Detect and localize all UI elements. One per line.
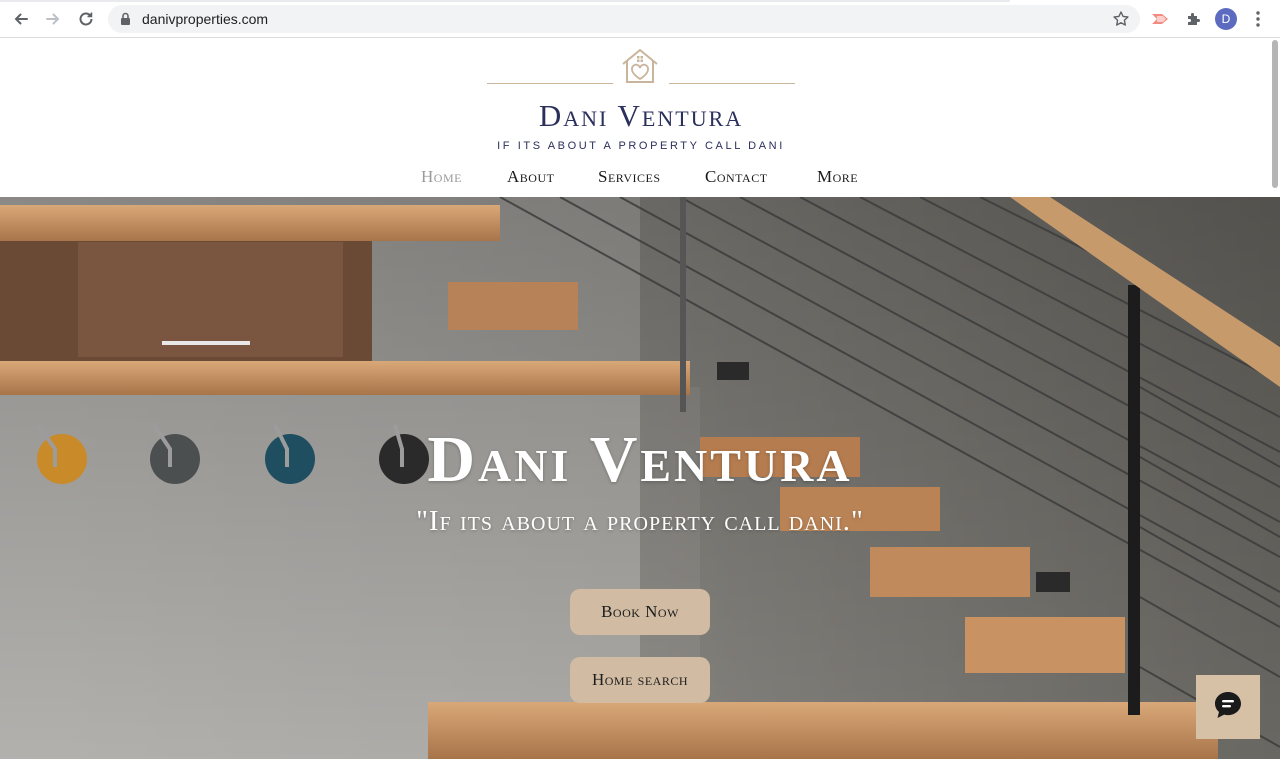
logo-tagline: If its about a property call dani — [497, 140, 785, 152]
lock-icon — [120, 12, 131, 31]
hero-subtitle: "If its about a property call dani." — [416, 505, 864, 537]
chat-widget-button[interactable] — [1196, 675, 1260, 739]
puzzle-icon[interactable] — [1184, 9, 1204, 29]
chat-bubble-icon — [1212, 689, 1244, 726]
forward-arrow-icon[interactable] — [42, 8, 64, 30]
back-arrow-icon[interactable] — [10, 8, 32, 30]
page-scrollbar[interactable] — [1270, 38, 1280, 197]
house-heart-icon — [620, 47, 660, 90]
address-bar[interactable]: danivproperties.com — [108, 5, 1140, 33]
site-header: Dani Ventura If its about a property cal… — [0, 38, 1270, 197]
logo-rule-left — [487, 83, 613, 84]
menu-item-about[interactable]: About — [507, 167, 554, 187]
tab-strip-edge — [0, 0, 1010, 2]
hero-title: Dani Ventura — [427, 423, 853, 496]
book-now-button[interactable]: Book Now — [570, 589, 710, 635]
url-text[interactable]: danivproperties.com — [142, 11, 268, 27]
extension-icon[interactable] — [1151, 9, 1171, 29]
menu-item-more[interactable]: More — [817, 167, 858, 187]
reload-icon[interactable] — [75, 8, 97, 30]
menu-item-contact[interactable]: Contact — [705, 167, 768, 187]
home-search-button[interactable]: Home search — [570, 657, 710, 703]
browser-toolbar: danivproperties.com D — [0, 0, 1280, 38]
logo-name: Dani Ventura — [538, 98, 744, 133]
site-logo[interactable]: Dani Ventura If its about a property cal… — [487, 46, 795, 156]
logo-rule-right — [669, 83, 795, 84]
hero-section: Dani Ventura "If its about a property ca… — [0, 197, 1280, 759]
profile-avatar[interactable]: D — [1215, 8, 1237, 30]
menu-item-home[interactable]: Home — [421, 167, 462, 187]
menu-item-services[interactable]: Services — [598, 167, 661, 187]
kebab-menu-icon[interactable] — [1248, 9, 1268, 29]
scrollbar-thumb[interactable] — [1272, 40, 1278, 188]
main-menu: Home About Services Contact More — [0, 167, 1270, 189]
star-icon[interactable] — [1112, 10, 1130, 33]
